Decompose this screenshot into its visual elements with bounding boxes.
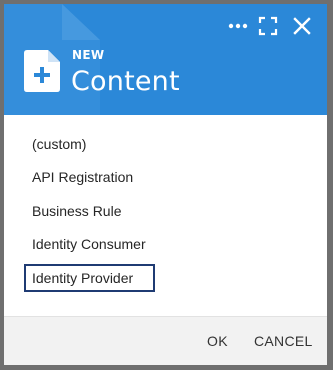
content-type-identity-provider[interactable]: Identity Provider: [24, 264, 155, 292]
fullscreen-icon: [256, 14, 280, 38]
dialog-footer: OK CANCEL: [4, 316, 327, 365]
dialog-header: NEW Content: [4, 4, 327, 115]
cancel-button[interactable]: CANCEL: [254, 329, 313, 353]
more-options-button[interactable]: [226, 14, 250, 38]
new-content-dialog: NEW Content (custom) API Registration Bu…: [4, 4, 327, 365]
fullscreen-button[interactable]: [256, 14, 280, 38]
document-add-icon: [24, 50, 60, 92]
content-type-api-registration[interactable]: API Registration: [24, 163, 155, 191]
content-type-business-rule[interactable]: Business Rule: [24, 197, 155, 225]
content-type-identity-consumer[interactable]: Identity Consumer: [24, 230, 155, 258]
close-button[interactable]: [290, 14, 314, 38]
content-type-custom[interactable]: (custom): [24, 130, 155, 158]
dialog-kicker: NEW: [72, 48, 105, 62]
more-icon: [226, 14, 250, 38]
ok-button[interactable]: OK: [207, 329, 228, 353]
dialog-title: Content: [71, 66, 180, 97]
close-icon: [290, 14, 314, 38]
